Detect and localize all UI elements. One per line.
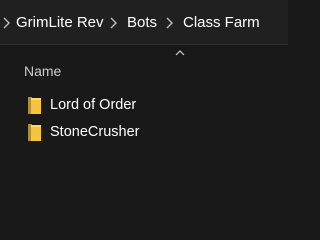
file-explorer-window: GrimLite Rev Bots Class Farm Name Lord o… <box>0 0 288 208</box>
list-item-name: StoneCrusher <box>50 124 140 140</box>
breadcrumb-item-grimlite-rev[interactable]: GrimLite Rev <box>16 14 104 32</box>
breadcrumb: GrimLite Rev Bots Class Farm <box>0 0 288 45</box>
breadcrumb-item-class-farm[interactable]: Class Farm <box>183 14 260 32</box>
column-header-name[interactable]: Name <box>16 56 288 84</box>
list-item[interactable]: Lord of Order <box>22 94 282 118</box>
breadcrumb-item-bots[interactable]: Bots <box>127 14 157 32</box>
folder-icon <box>28 97 41 114</box>
file-list: Name Lord of Order StoneCrusher <box>0 46 288 208</box>
chevron-right-icon[interactable] <box>165 16 175 30</box>
list-item[interactable]: StoneCrusher <box>22 121 282 145</box>
list-item-name: Lord of Order <box>50 97 137 113</box>
chevron-right-icon[interactable] <box>109 16 119 30</box>
folder-icon <box>28 124 41 141</box>
column-header-label: Name <box>24 63 62 79</box>
chevron-right-icon[interactable] <box>2 16 12 30</box>
